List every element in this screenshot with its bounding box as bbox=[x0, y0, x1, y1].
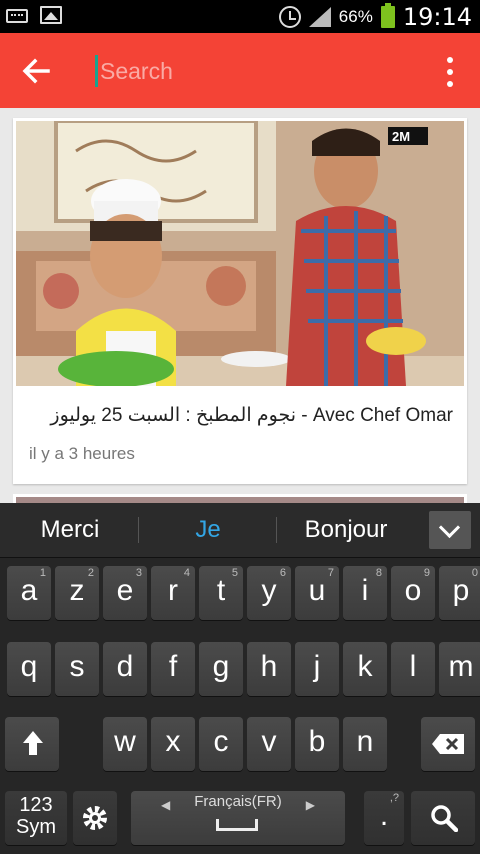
suggestion-bar: Merci Je Bonjour bbox=[0, 503, 480, 558]
key-c[interactable]: c bbox=[199, 717, 243, 771]
video-timestamp: il y a 3 heures bbox=[29, 444, 135, 463]
chevron-down-icon[interactable] bbox=[429, 511, 471, 549]
signal-icon bbox=[308, 6, 331, 28]
key-p[interactable]: 0p bbox=[439, 566, 480, 620]
key-b[interactable]: b bbox=[295, 717, 339, 771]
status-bar: 66% 19:14 bbox=[0, 0, 480, 33]
search-toolbar bbox=[0, 33, 480, 108]
suggestion-left[interactable]: Merci bbox=[0, 516, 140, 544]
key-l[interactable]: l bbox=[391, 642, 435, 696]
key-j[interactable]: j bbox=[295, 642, 339, 696]
suggestion-middle[interactable]: Je bbox=[138, 516, 278, 544]
video-thumbnail[interactable]: 2M bbox=[16, 121, 464, 386]
video-thumbnail-image: 2M bbox=[16, 121, 464, 386]
video-title[interactable]: نجوم المطبخ : السبت 25 يوليوز - Avec Che… bbox=[50, 404, 453, 427]
symbols-key[interactable]: 123 Sym bbox=[5, 791, 67, 845]
search-key[interactable] bbox=[411, 791, 475, 845]
period-key[interactable]: ,? . bbox=[364, 791, 404, 845]
battery-percent: 66% bbox=[338, 7, 373, 26]
video-card[interactable]: 2M نجوم المطبخ : السبت 25 يوليوز - Avec … bbox=[13, 118, 467, 484]
space-icon bbox=[216, 819, 258, 831]
key-i[interactable]: 8i bbox=[343, 566, 387, 620]
backspace-icon bbox=[432, 734, 464, 754]
key-r[interactable]: 4r bbox=[151, 566, 195, 620]
search-icon bbox=[431, 805, 458, 832]
alarm-icon bbox=[278, 6, 301, 28]
search-input[interactable] bbox=[95, 55, 415, 87]
key-m[interactable]: m bbox=[439, 642, 480, 696]
key-o[interactable]: 9o bbox=[391, 566, 435, 620]
key-w[interactable]: w bbox=[103, 717, 147, 771]
suggestion-right[interactable]: Bonjour bbox=[276, 516, 416, 544]
more-vert-icon[interactable] bbox=[438, 57, 462, 87]
key-t[interactable]: 5t bbox=[199, 566, 243, 620]
key-x[interactable]: x bbox=[151, 717, 195, 771]
space-key[interactable]: ◀ Français(FR) ▶ bbox=[131, 791, 345, 845]
key-z[interactable]: 2z bbox=[55, 566, 99, 620]
key-f[interactable]: f bbox=[151, 642, 195, 696]
clock: 19:14 bbox=[402, 3, 472, 31]
key-k[interactable]: k bbox=[343, 642, 387, 696]
key-q[interactable]: q bbox=[7, 642, 51, 696]
settings-key[interactable] bbox=[73, 791, 117, 845]
key-y[interactable]: 6y bbox=[247, 566, 291, 620]
soft-keyboard: Merci Je Bonjour 123 Sym ◀ Français(FR) … bbox=[0, 503, 480, 854]
image-icon bbox=[40, 6, 62, 24]
battery-icon bbox=[380, 3, 395, 28]
key-u[interactable]: 7u bbox=[295, 566, 339, 620]
back-button[interactable] bbox=[18, 53, 54, 89]
key-a[interactable]: 1a bbox=[7, 566, 51, 620]
key-s[interactable]: s bbox=[55, 642, 99, 696]
arrow-back-icon bbox=[22, 58, 50, 84]
channel-logo: 2M bbox=[392, 129, 410, 144]
shift-icon bbox=[23, 731, 43, 755]
key-g[interactable]: g bbox=[199, 642, 243, 696]
gear-icon bbox=[83, 806, 107, 830]
key-e[interactable]: 3e bbox=[103, 566, 147, 620]
shift-key[interactable] bbox=[5, 717, 59, 771]
keyboard-icon bbox=[6, 9, 28, 23]
key-d[interactable]: d bbox=[103, 642, 147, 696]
key-v[interactable]: v bbox=[247, 717, 291, 771]
key-h[interactable]: h bbox=[247, 642, 291, 696]
arrow-right-icon: ▶ bbox=[305, 798, 315, 812]
key-n[interactable]: n bbox=[343, 717, 387, 771]
delete-key[interactable] bbox=[421, 717, 475, 771]
